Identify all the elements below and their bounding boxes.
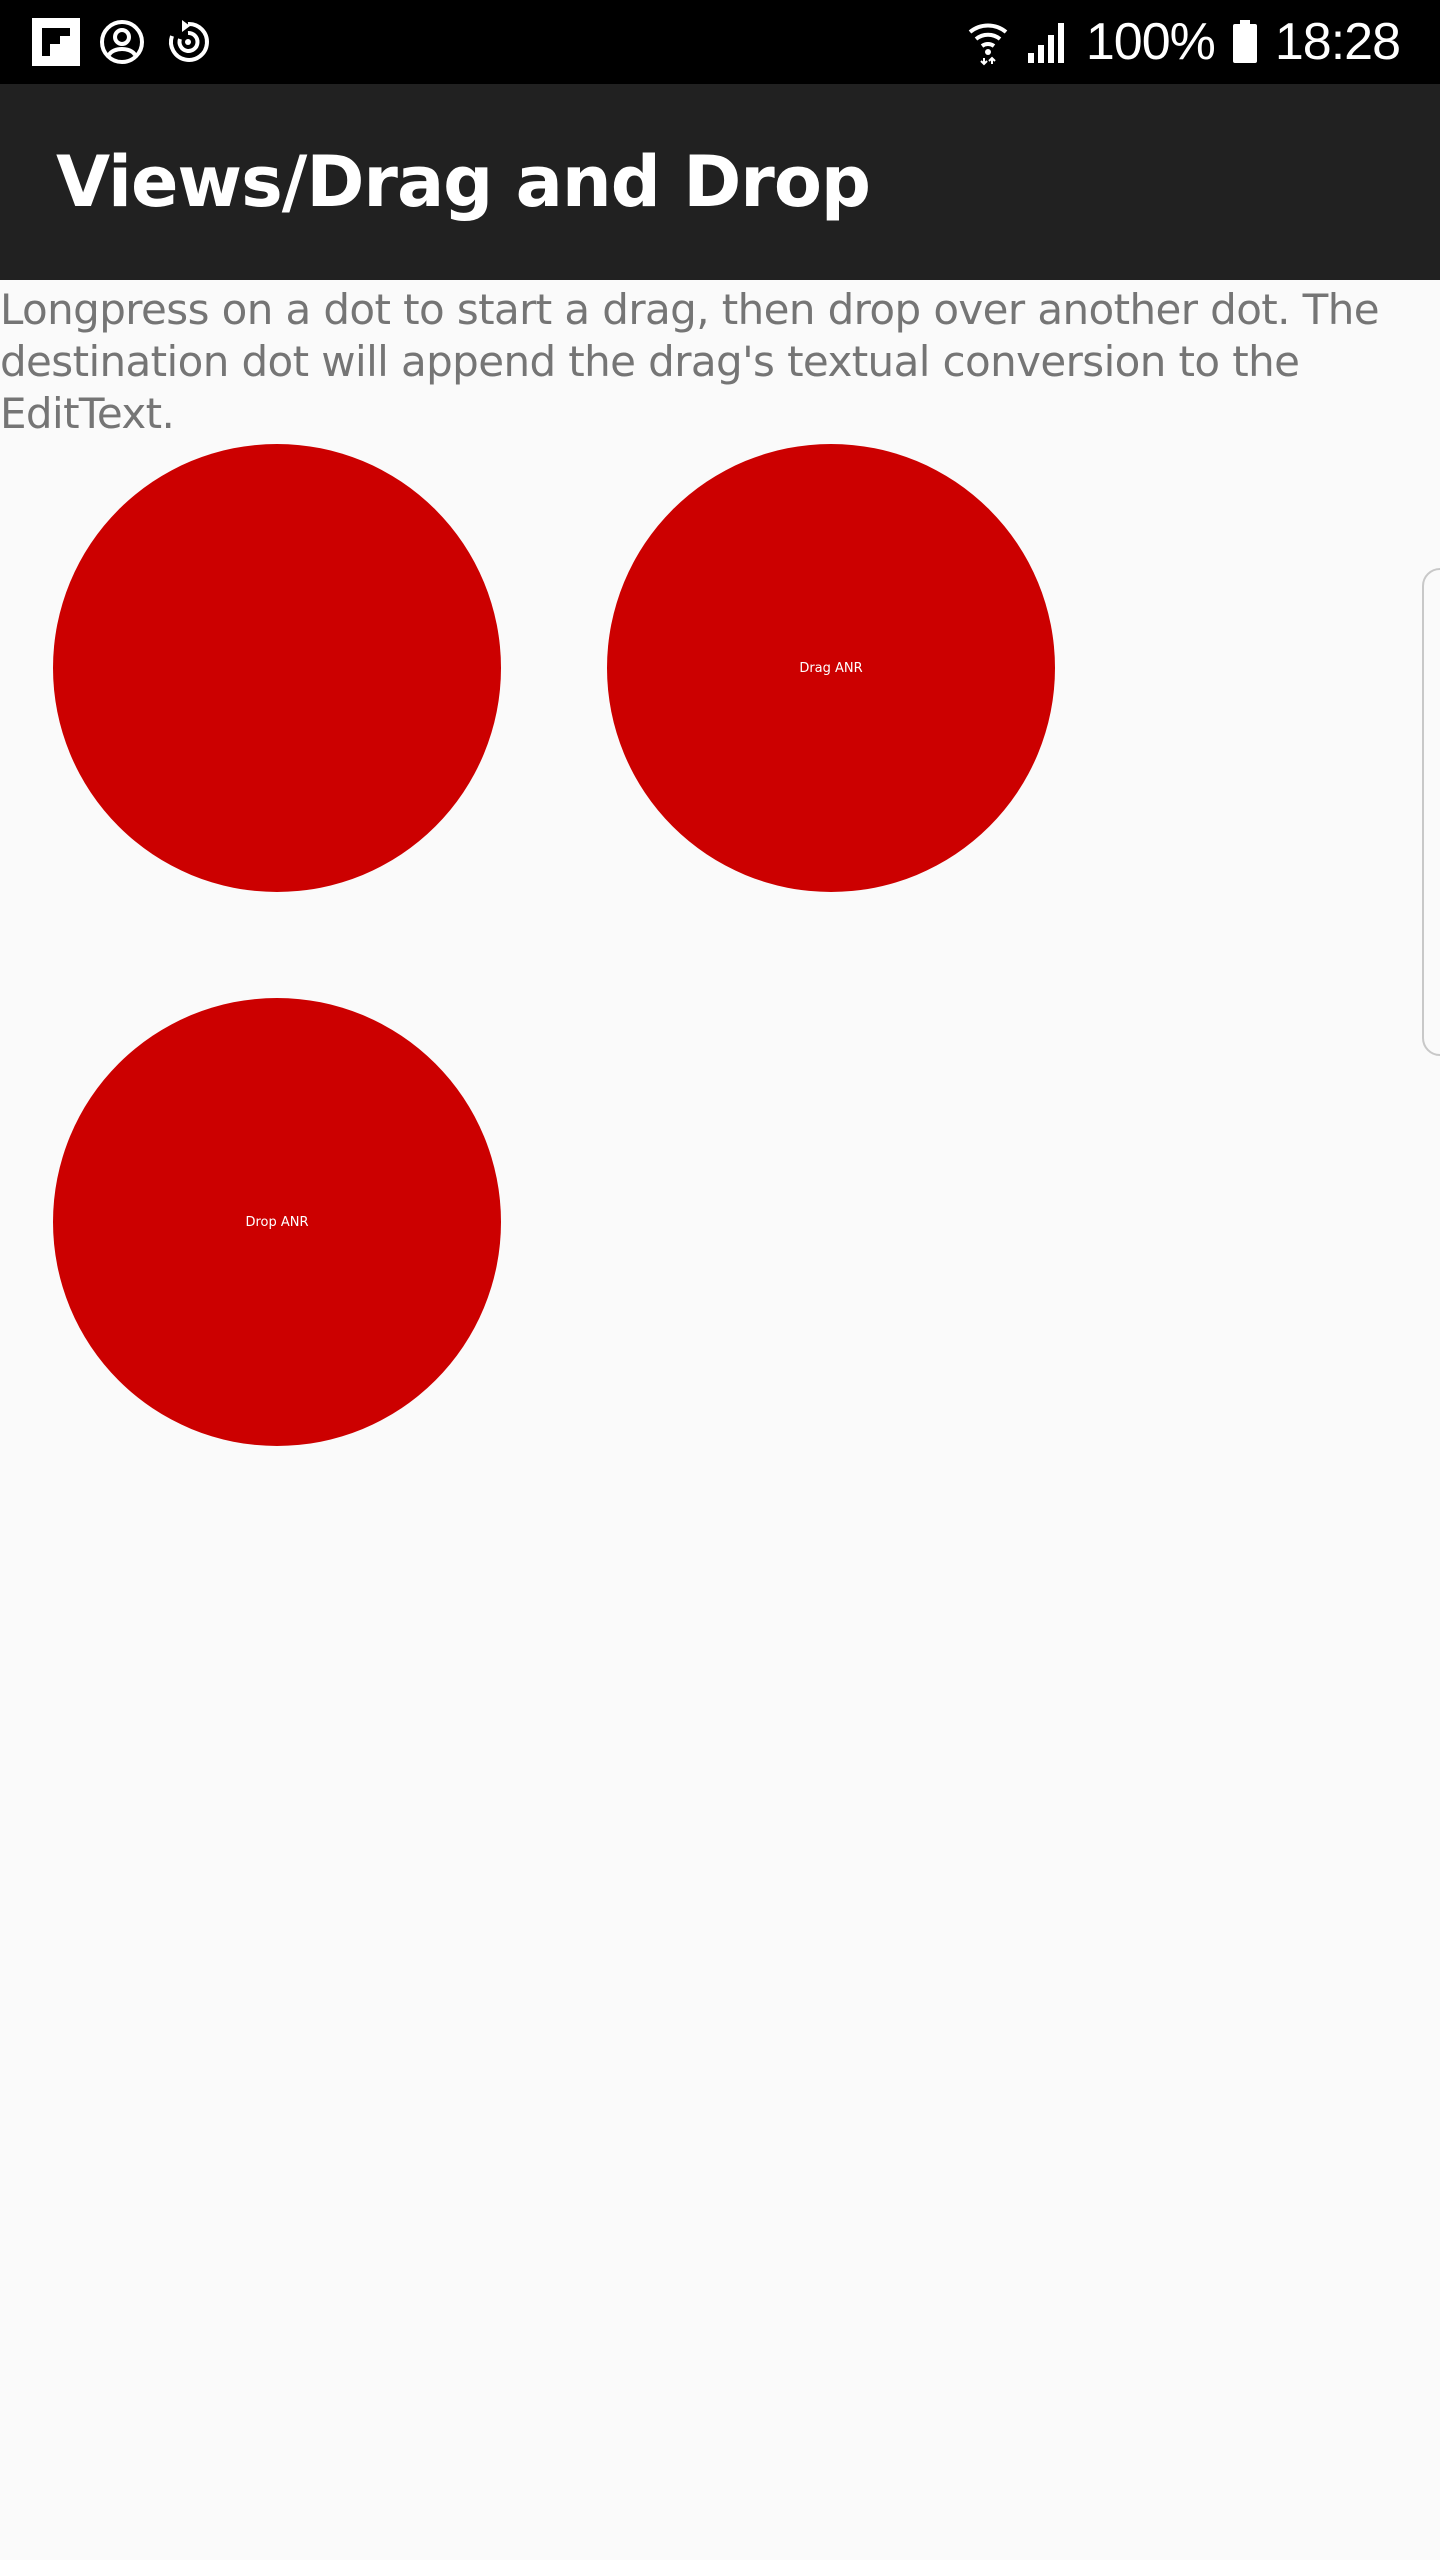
drag-dot-drop-anr[interactable]: Drop ANR (53, 998, 501, 1446)
drag-dot-1[interactable] (53, 444, 501, 892)
app-bar: Views/Drag and Drop (0, 84, 1440, 280)
dot-label: Drop ANR (245, 1214, 309, 1230)
clock: 18:28 (1274, 13, 1401, 71)
flipboard-icon (32, 18, 80, 66)
battery-percentage: 100% (1085, 13, 1216, 71)
drag-dot-drag-anr[interactable]: Drag ANR (607, 444, 1055, 892)
signal-icon (1027, 23, 1064, 63)
page-title: Views/Drag and Drop (56, 141, 871, 223)
instructions-text: Longpress on a dot to start a drag, then… (0, 285, 1380, 438)
edge-panel-handle[interactable] (1422, 568, 1440, 1056)
account-circle-icon (100, 20, 144, 64)
status-left-icons (30, 16, 214, 68)
dot-label: Drag ANR (799, 660, 863, 676)
status-bar: 100% 18:28 (0, 0, 1440, 84)
sync-icon (169, 20, 209, 62)
wifi-icon (968, 23, 1008, 66)
battery-icon (1232, 20, 1257, 63)
status-right: 100% 18:28 (966, 0, 1401, 84)
